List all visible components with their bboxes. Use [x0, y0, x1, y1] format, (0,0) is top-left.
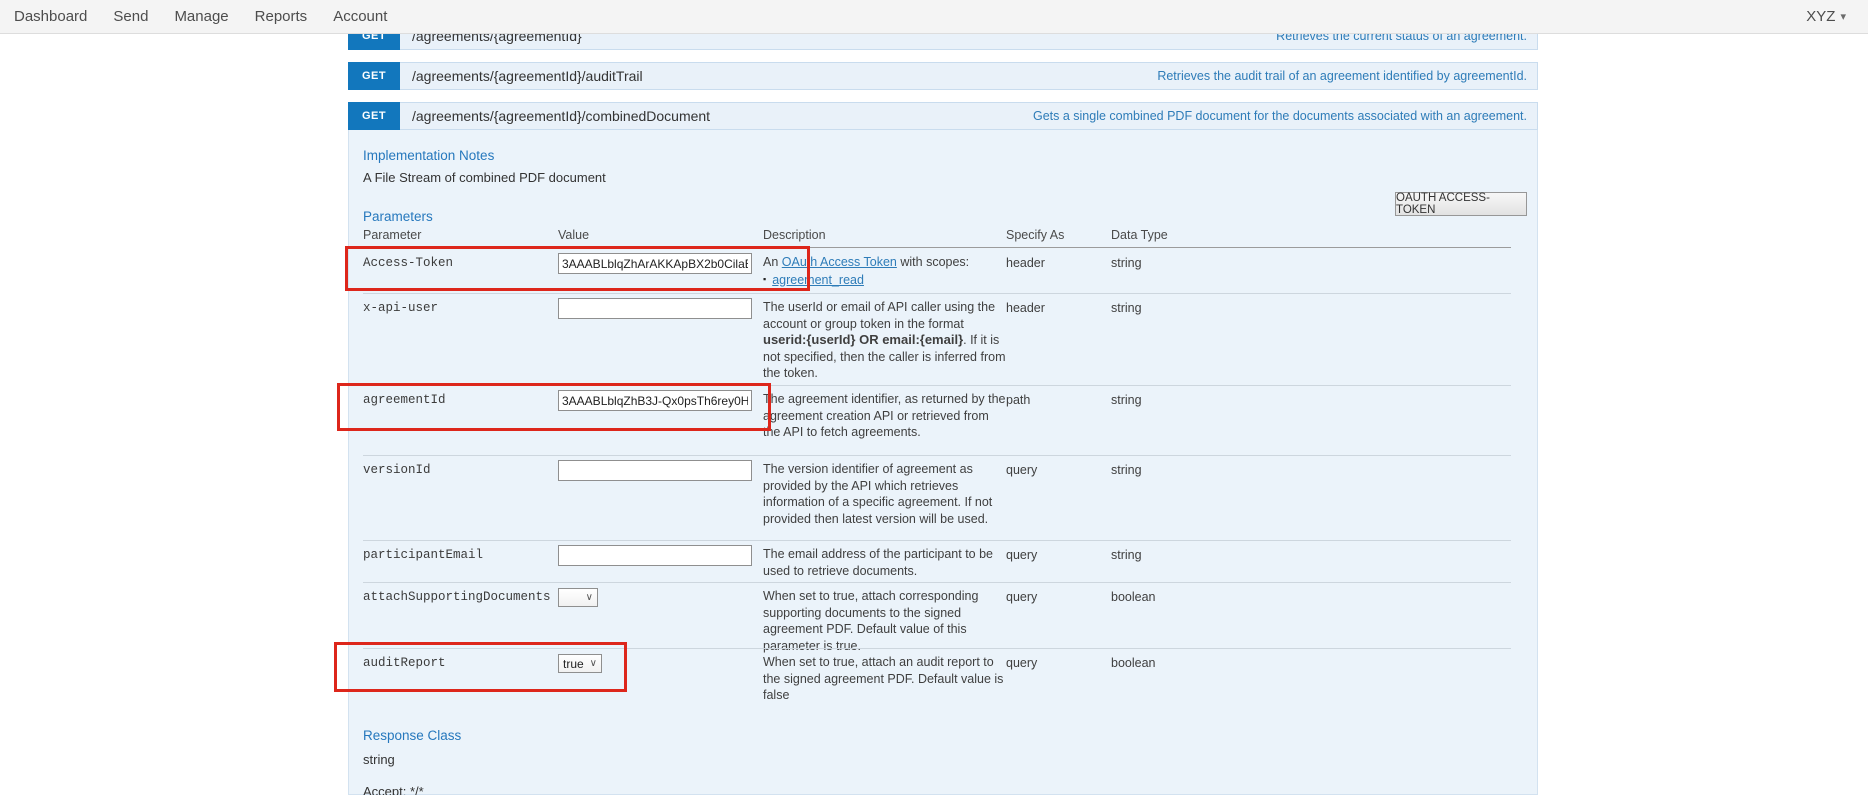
oauth-access-token-link[interactable]: OAuth Access Token [782, 255, 897, 269]
top-navbar: Dashboard Send Manage Reports Account XY… [0, 0, 1868, 34]
row-divider [363, 385, 1511, 386]
description-bold-text: userid:{userId} OR email:{email} [763, 332, 963, 347]
param-name: Access-Token [363, 256, 453, 270]
param-description: When set to true, attach an audit report… [763, 654, 1006, 704]
param-name: versionId [363, 463, 431, 477]
chevron-down-icon: ∨ [590, 658, 597, 669]
param-data-type: boolean [1111, 590, 1156, 604]
param-data-type: string [1111, 256, 1142, 270]
response-class-title: Response Class [363, 728, 461, 743]
endpoint-row-combined-document[interactable]: GET /agreements/{agreementId}/combinedDo… [348, 102, 1538, 130]
bullet-icon: ▪ [763, 274, 766, 284]
param-specify-as: header [1006, 301, 1045, 315]
col-header-parameter: Parameter [363, 228, 421, 242]
endpoint-path[interactable]: /agreements/{agreementId}/combinedDocume… [412, 108, 710, 124]
response-class-value: string [363, 752, 395, 767]
param-specify-as: query [1006, 656, 1037, 670]
param-name: auditReport [363, 656, 446, 670]
endpoint-summary-link[interactable]: Gets a single combined PDF document for … [1033, 109, 1527, 123]
endpoint-summary-link[interactable]: Retrieves the audit trail of an agreemen… [1157, 69, 1527, 83]
param-data-type: string [1111, 301, 1142, 315]
row-divider [363, 455, 1511, 456]
implementation-notes-text: A File Stream of combined PDF document [363, 170, 606, 185]
operation-detail-panel: Implementation Notes A File Stream of co… [348, 130, 1538, 795]
param-data-type: string [1111, 393, 1142, 407]
nav-item-manage[interactable]: Manage [174, 8, 228, 25]
x-api-user-value-input[interactable] [558, 298, 752, 319]
param-description: The email address of the participant to … [763, 546, 1006, 579]
attach-supporting-documents-select[interactable]: ∨ [558, 588, 598, 607]
select-value: true [563, 657, 584, 671]
param-specify-as: query [1006, 463, 1037, 477]
version-id-value-input[interactable] [558, 460, 752, 481]
param-description: When set to true, attach corresponding s… [763, 588, 1006, 654]
chevron-down-icon: ∨ [586, 592, 593, 603]
http-method-badge: GET [348, 102, 400, 130]
param-description: The version identifier of agreement as p… [763, 461, 1006, 527]
parameters-title: Parameters [363, 209, 433, 224]
endpoint-row-audit-trail[interactable]: GET /agreements/{agreementId}/auditTrail… [348, 62, 1538, 90]
nav-item-send[interactable]: Send [113, 8, 148, 25]
agreement-id-value-input[interactable] [558, 390, 752, 411]
access-token-value-input[interactable] [558, 253, 752, 274]
col-header-description: Description [763, 228, 826, 242]
row-divider [363, 293, 1511, 294]
description-text: An [763, 255, 782, 269]
nav-item-dashboard[interactable]: Dashboard [14, 8, 87, 25]
param-name: agreementId [363, 393, 446, 407]
nav-item-reports[interactable]: Reports [255, 8, 308, 25]
col-header-specify-as: Specify As [1006, 228, 1064, 242]
param-specify-as: query [1006, 590, 1037, 604]
accept-header-text: Accept: */* [363, 784, 424, 795]
param-specify-as: query [1006, 548, 1037, 562]
param-description: An OAuth Access Token with scopes: ▪ agre… [763, 254, 1006, 288]
http-method-badge: GET [348, 62, 400, 90]
chevron-down-icon: ▾ [1840, 10, 1846, 23]
row-divider [363, 648, 1511, 649]
param-description: The agreement identifier, as returned by… [763, 391, 1006, 441]
description-text: The userId or email of API caller using … [763, 300, 995, 331]
participant-email-value-input[interactable] [558, 545, 752, 566]
row-divider [363, 540, 1511, 541]
param-data-type: string [1111, 548, 1142, 562]
col-header-data-type: Data Type [1111, 228, 1168, 242]
param-name: x-api-user [363, 301, 438, 315]
param-data-type: string [1111, 463, 1142, 477]
param-name: participantEmail [363, 548, 483, 562]
implementation-notes-title: Implementation Notes [363, 148, 494, 163]
agreement-read-scope-link[interactable]: agreement_read [772, 273, 864, 287]
param-name: attachSupportingDocuments [363, 590, 551, 604]
account-dropdown-label: XYZ [1806, 8, 1835, 25]
col-header-value: Value [558, 228, 589, 242]
account-dropdown[interactable]: XYZ ▾ [1806, 8, 1846, 25]
param-data-type: boolean [1111, 656, 1156, 670]
row-divider [363, 582, 1511, 583]
api-documentation-page: Dashboard Send Manage Reports Account XY… [0, 0, 1868, 795]
description-text: with scopes: [897, 255, 969, 269]
param-specify-as: path [1006, 393, 1030, 407]
table-header-divider [363, 247, 1511, 248]
param-description: The userId or email of API caller using … [763, 299, 1006, 382]
oauth-access-token-button[interactable]: OAUTH ACCESS-TOKEN [1395, 192, 1527, 216]
endpoint-path[interactable]: /agreements/{agreementId}/auditTrail [412, 68, 643, 84]
audit-report-select[interactable]: true ∨ [558, 654, 602, 673]
nav-item-account[interactable]: Account [333, 8, 387, 25]
param-specify-as: header [1006, 256, 1045, 270]
